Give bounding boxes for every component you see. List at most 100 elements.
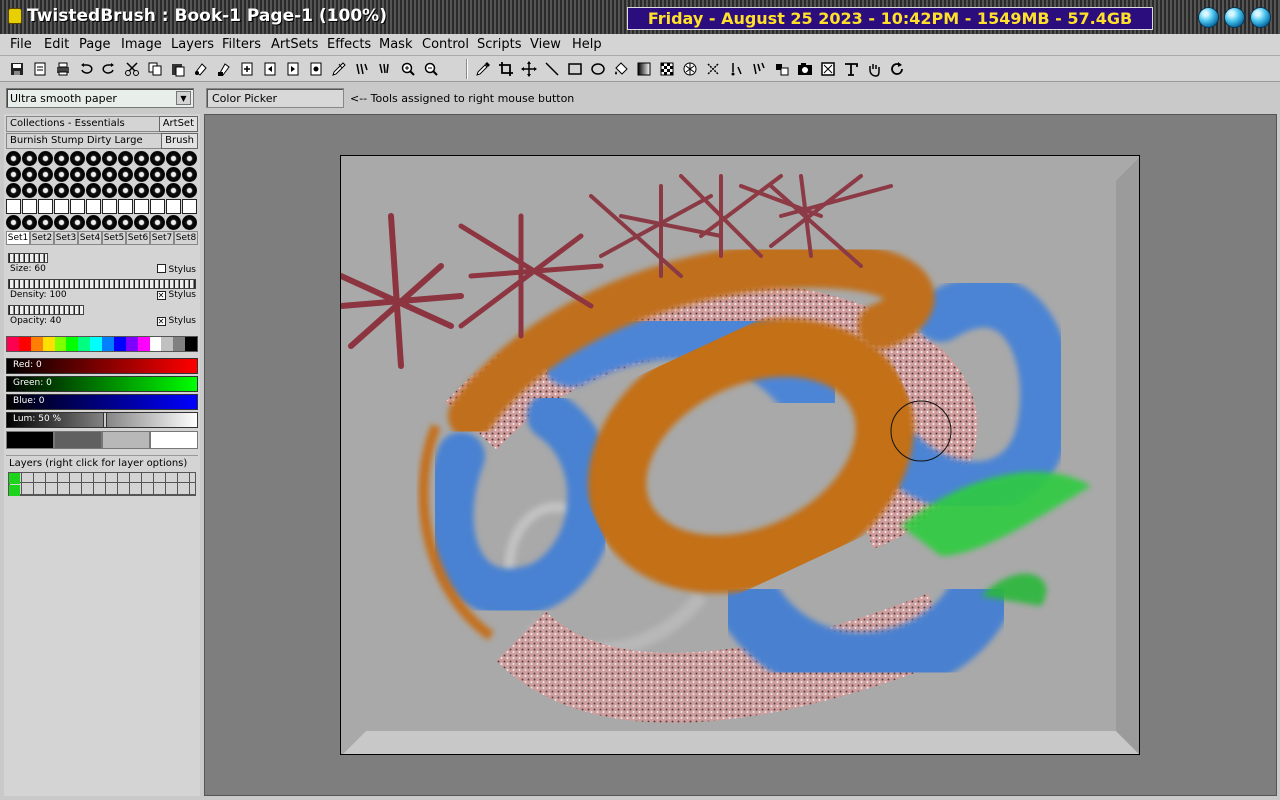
luminance-slider[interactable]: Lum: 50 % xyxy=(6,412,198,428)
gray-swatch[interactable] xyxy=(102,431,150,449)
brush-preset-icon[interactable] xyxy=(38,215,53,230)
brush-select-icon[interactable] xyxy=(750,60,768,78)
brush-preset-icon[interactable] xyxy=(166,183,181,198)
brush-preset-icon[interactable] xyxy=(70,199,85,214)
red-slider[interactable]: Red: 0 xyxy=(6,358,198,374)
brush-preset-icon[interactable] xyxy=(182,167,197,182)
undo-icon[interactable] xyxy=(77,60,95,78)
blue-slider[interactable]: Blue: 0 xyxy=(6,394,198,410)
density-stylus-checkbox[interactable]: ✕ Stylus xyxy=(156,290,196,300)
brush-preset-icon[interactable] xyxy=(150,199,165,214)
brush-preset-icon[interactable] xyxy=(38,167,53,182)
brush-preset-icon[interactable] xyxy=(54,183,69,198)
brush-preset-icon[interactable] xyxy=(150,183,165,198)
brush-preset-icon[interactable] xyxy=(70,215,85,230)
color-picker-icon[interactable] xyxy=(474,60,492,78)
tab-set4[interactable]: Set4 xyxy=(78,231,102,245)
density-slider-track[interactable] xyxy=(8,279,196,289)
texture-icon[interactable] xyxy=(681,60,699,78)
brush-preset-icon[interactable] xyxy=(134,183,149,198)
maximize-button[interactable] xyxy=(1224,7,1245,28)
brush-preset-icon[interactable] xyxy=(118,199,133,214)
palette-swatch[interactable] xyxy=(42,337,55,351)
brush-preset-icon[interactable] xyxy=(102,199,117,214)
brush-preset-icon[interactable] xyxy=(6,199,21,214)
text-icon[interactable] xyxy=(842,60,860,78)
right-tool-field[interactable]: Color Picker xyxy=(206,88,344,108)
tab-set2[interactable]: Set2 xyxy=(30,231,54,245)
brush-preset-icon[interactable] xyxy=(134,215,149,230)
brush-preset-icon[interactable] xyxy=(118,215,133,230)
pattern-icon[interactable] xyxy=(658,60,676,78)
color-palette[interactable] xyxy=(6,336,198,352)
palette-swatch[interactable] xyxy=(149,337,162,351)
hand-brush-icon[interactable] xyxy=(376,60,394,78)
brush-preset-icon[interactable] xyxy=(22,167,37,182)
size-slider[interactable]: Size: 60 Stylus xyxy=(6,251,198,277)
brush-preset-icon[interactable] xyxy=(54,215,69,230)
move-icon[interactable] xyxy=(520,60,538,78)
size-stylus-checkbox[interactable]: Stylus xyxy=(156,264,196,275)
menu-file[interactable]: File xyxy=(10,37,32,52)
script-icon[interactable] xyxy=(353,60,371,78)
workspace[interactable] xyxy=(204,114,1277,796)
tab-set1[interactable]: Set1 xyxy=(6,231,30,245)
brush-preset-icon[interactable] xyxy=(70,151,85,166)
brush-preset-icon[interactable] xyxy=(150,151,165,166)
tab-set6[interactable]: Set6 xyxy=(126,231,150,245)
line-icon[interactable] xyxy=(543,60,561,78)
page-next-icon[interactable] xyxy=(284,60,302,78)
menu-mask[interactable]: Mask xyxy=(379,37,412,52)
image-icon[interactable] xyxy=(796,60,814,78)
copy-icon[interactable] xyxy=(146,60,164,78)
brush-preset-icon[interactable] xyxy=(182,151,197,166)
stamp-icon[interactable] xyxy=(773,60,791,78)
opacity-slider[interactable]: Opacity: 40 ✕ Stylus xyxy=(6,303,198,329)
brush-preset-icon[interactable] xyxy=(54,167,69,182)
palette-swatch[interactable] xyxy=(161,337,174,351)
menu-scripts[interactable]: Scripts xyxy=(477,37,521,52)
checkbox-checked-icon[interactable]: ✕ xyxy=(156,317,166,326)
brush-preset-icon[interactable] xyxy=(166,199,181,214)
active-layer-mask-cell[interactable] xyxy=(9,485,20,496)
checkbox-checked-icon[interactable]: ✕ xyxy=(156,291,166,300)
opacity-stylus-checkbox[interactable]: ✕ Stylus xyxy=(156,316,196,326)
size-slider-track[interactable] xyxy=(8,253,48,263)
title-bar[interactable]: TwistedBrush : Book-1 Page-1 (100%) Frid… xyxy=(0,0,1280,34)
save-icon[interactable] xyxy=(8,60,26,78)
frame-icon[interactable] xyxy=(819,60,837,78)
active-layer-cell[interactable] xyxy=(9,473,20,484)
brush-preset-icon[interactable] xyxy=(166,215,181,230)
palette-swatch[interactable] xyxy=(30,337,43,351)
brush-preset-icon[interactable] xyxy=(102,167,117,182)
hand-icon[interactable] xyxy=(865,60,883,78)
palette-swatch[interactable] xyxy=(125,337,138,351)
brush-preset-icon[interactable] xyxy=(166,151,181,166)
ellipse-icon[interactable] xyxy=(589,60,607,78)
brush-preset-icon[interactable] xyxy=(102,151,117,166)
gray-swatch[interactable] xyxy=(6,431,54,449)
palette-swatch[interactable] xyxy=(90,337,102,351)
menu-effects[interactable]: Effects xyxy=(327,37,371,52)
menu-layers[interactable]: Layers xyxy=(171,37,214,52)
menu-filters[interactable]: Filters xyxy=(222,37,261,52)
cut-icon[interactable] xyxy=(123,60,141,78)
brush-preset-icon[interactable] xyxy=(22,151,37,166)
paper-dropdown[interactable]: Ultra smooth paper ▼ xyxy=(6,88,194,108)
tab-set3[interactable]: Set3 xyxy=(54,231,78,245)
palette-swatch[interactable] xyxy=(113,337,126,351)
brush-preset-icon[interactable] xyxy=(182,215,197,230)
brush-preset-icon[interactable] xyxy=(70,167,85,182)
collection-row[interactable]: Collections - Essentials ArtSet xyxy=(6,116,198,132)
minimize-button[interactable] xyxy=(1198,7,1219,28)
opacity-slider-track[interactable] xyxy=(8,305,84,315)
brush-preset-icon[interactable] xyxy=(22,199,37,214)
zoom-out-icon[interactable] xyxy=(422,60,440,78)
brush-preset-icon[interactable] xyxy=(182,183,197,198)
green-slider[interactable]: Green: 0 xyxy=(6,376,198,392)
menu-help[interactable]: Help xyxy=(572,37,602,52)
menu-image[interactable]: Image xyxy=(121,37,162,52)
palette-swatch[interactable] xyxy=(173,337,186,351)
palette-swatch[interactable] xyxy=(54,337,67,351)
artset-button[interactable]: ArtSet xyxy=(158,116,198,132)
